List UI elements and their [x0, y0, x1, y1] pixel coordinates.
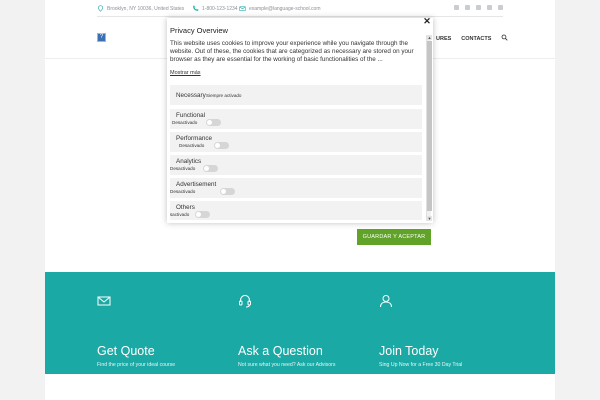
feature-title: Get Quote	[97, 344, 155, 358]
nav-item-features[interactable]: URES	[436, 36, 451, 42]
category-state: Desactivado	[179, 143, 205, 148]
category-functional[interactable]: Functional Desactivado	[170, 109, 422, 129]
address-text: Brooklyn, NY 10036, United States	[107, 5, 185, 12]
close-icon[interactable]: ✕	[423, 17, 431, 26]
envelope-icon	[97, 296, 111, 306]
location-pin-icon	[98, 5, 103, 12]
feature-get-quote[interactable]: Get Quote Find the price of your ideal c…	[97, 294, 227, 368]
category-performance[interactable]: Performance Desactivado	[170, 132, 422, 152]
category-advertisement[interactable]: Advertisement Desactivado	[170, 178, 422, 198]
features-section: Get Quote Find the price of your ideal c…	[45, 272, 555, 374]
scroll-up-arrow-icon[interactable]: ▲	[427, 35, 432, 40]
phone-item: 1-800-123-1234	[192, 5, 238, 12]
nav-item-contacts[interactable]: CONTACTS	[461, 36, 491, 42]
instagram-icon[interactable]	[476, 5, 481, 10]
category-toggle[interactable]	[203, 165, 218, 172]
category-state: Desactivado	[170, 212, 190, 217]
category-others[interactable]: Others Desactivado	[170, 201, 422, 220]
modal-title: Privacy Overview	[170, 26, 228, 35]
category-toggle[interactable]	[214, 142, 229, 149]
scroll-down-arrow-icon[interactable]: ▼	[427, 216, 432, 221]
category-state: Desactivado	[170, 189, 196, 194]
feature-subtitle: Not sure what you need? Ask our Advisors	[238, 362, 336, 368]
category-analytics[interactable]: Analytics Desactivado	[170, 155, 422, 175]
email-item: example@language-school.com	[239, 5, 321, 12]
feature-title: Join Today	[379, 344, 439, 358]
category-necessary[interactable]: Necessary Siempre activado	[170, 85, 422, 105]
phone-icon	[193, 5, 199, 11]
social-links	[454, 5, 503, 10]
top-divider	[97, 16, 503, 17]
modal-description: This website uses cookies to improve you…	[170, 40, 414, 63]
top-info-bar: Brooklyn, NY 10036, United States 1-800-…	[45, 0, 555, 16]
category-toggle[interactable]	[206, 119, 221, 126]
show-more-link[interactable]: Mostrar más	[170, 70, 201, 76]
site-logo[interactable]: ?	[97, 33, 106, 42]
category-name: Others	[176, 204, 195, 211]
email-text[interactable]: example@language-school.com	[249, 6, 321, 12]
category-name: Functional	[176, 112, 206, 119]
category-state: Desactivado	[172, 120, 198, 125]
category-name: Performance	[176, 135, 213, 142]
user-icon	[380, 295, 392, 308]
modal-scrollbar[interactable]: ▲ ▼	[426, 35, 432, 221]
category-name: Necessary	[176, 92, 206, 99]
twitter-icon[interactable]	[487, 5, 492, 10]
save-and-accept-button[interactable]: GUARDAR Y ACEPTAR	[357, 229, 431, 245]
address-item: Brooklyn, NY 10036, United States	[97, 5, 184, 12]
feature-subtitle: Sing Up Now for a Free 30 Day Trial	[379, 362, 463, 368]
category-toggle[interactable]	[195, 211, 210, 218]
headset-icon	[239, 294, 251, 308]
phone-text[interactable]: 1-800-123-1234	[202, 6, 238, 12]
category-state: Siempre activado	[206, 93, 242, 98]
main-nav: URES CONTACTS	[436, 34, 509, 43]
feature-ask-question[interactable]: Ask a Question Not sure what you need? A…	[238, 294, 368, 368]
cookie-categories: Necessary Siempre activado Functional De…	[170, 85, 422, 220]
category-name: Advertisement	[176, 181, 217, 188]
feature-title: Ask a Question	[238, 344, 323, 358]
category-name: Analytics	[176, 158, 202, 165]
feature-join-today[interactable]: Join Today Sing Up Now for a Free 30 Day…	[379, 294, 509, 368]
category-toggle[interactable]	[220, 188, 235, 195]
feature-subtitle: Find the price of your ideal course	[97, 362, 176, 368]
linkedin-icon[interactable]	[454, 5, 459, 10]
category-state: Desactivado	[170, 166, 196, 171]
skype-icon[interactable]	[498, 5, 503, 10]
search-icon[interactable]	[501, 34, 509, 43]
facebook-icon[interactable]	[465, 5, 470, 10]
cookie-settings-modal: ✕ Privacy Overview This website uses coo…	[167, 17, 433, 223]
envelope-small-icon	[239, 6, 246, 11]
scroll-thumb[interactable]	[427, 41, 432, 211]
